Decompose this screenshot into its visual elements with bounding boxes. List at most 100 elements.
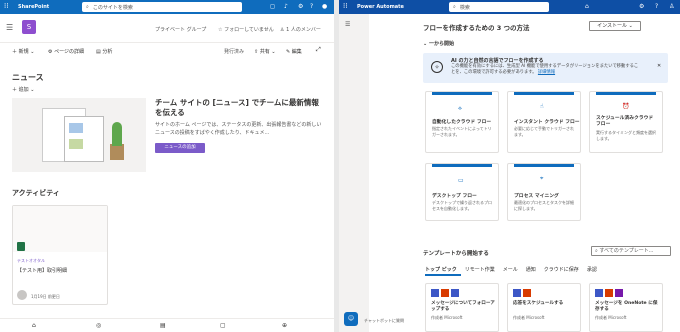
flow-card-process-mining[interactable]: ⌖ プロセス マイニング 最適化のプロセスとタスクを詳細に探します。 xyxy=(507,163,581,221)
avatar-icon[interactable]: ● xyxy=(322,4,327,10)
new-label: 新規 xyxy=(18,49,29,55)
activity-title: アクティビティ xyxy=(12,189,60,197)
tab-top-picks[interactable]: トップ ピック xyxy=(425,267,457,273)
news-icon[interactable]: ▤ xyxy=(160,323,166,329)
gear-icon[interactable]: ⚙ xyxy=(298,4,303,10)
template-search-input[interactable]: ⌕ すべてのテンプレート... xyxy=(591,246,671,256)
tab-email[interactable]: メール xyxy=(503,267,518,273)
flow-card-title: プロセス マイニング xyxy=(514,194,559,199)
start-blank-label: ⌄ 一から開始 xyxy=(423,41,454,47)
flow-card-desc: デスクトップで繰り返されるプロセスを自動化します。 xyxy=(432,200,492,211)
power-automate-topbar: ⁞⁞ Power Automate ⌕ 検索 ⌂ ⚙ ? ♙ xyxy=(339,0,680,14)
app-launcher-icon[interactable]: ⁞⁞ xyxy=(4,3,8,10)
search-input[interactable]: ⌕ 検索 xyxy=(449,2,549,12)
help-icon[interactable]: ? xyxy=(655,4,658,10)
flow-card-title: インスタント クラウド フロー xyxy=(514,120,580,125)
flow-card-title: 自動化したクラウド フロー xyxy=(432,120,492,125)
tab-save-to-cloud[interactable]: クラウドに保存 xyxy=(544,267,579,273)
automated-flow-icon: ⟡ xyxy=(458,105,462,112)
flow-card-desc: 最適化のプロセスとタスクを詳細に探します。 xyxy=(514,200,574,211)
edit-label: 編集 xyxy=(291,49,302,55)
onenote-icon xyxy=(615,289,623,297)
add-news-button[interactable]: ニュースの追加 xyxy=(155,143,205,153)
edit-button[interactable]: ✎ 編集 xyxy=(286,48,302,55)
chatbot-icon[interactable]: ☺ xyxy=(344,312,358,326)
expand-icon[interactable]: ⤢ xyxy=(316,47,321,53)
template-card[interactable]: 応答をスケジュールする 作成者 Microsoft xyxy=(507,283,581,332)
avatar-icon[interactable]: ♙ xyxy=(669,4,674,10)
home-icon[interactable]: ⌂ xyxy=(32,323,36,329)
flow-card-scheduled[interactable]: ⏰ スケジュール済みクラウド フロー 実行するタイミングと頻度を選択します。 xyxy=(589,91,663,153)
divider xyxy=(0,42,334,43)
site-logo[interactable]: S xyxy=(22,20,36,34)
new-button[interactable]: ＋ 新規 ⌄ xyxy=(12,48,34,55)
install-label: インストール xyxy=(597,23,628,29)
close-icon[interactable]: ✕ xyxy=(657,64,661,69)
members-button[interactable]: ♙ 1 人のメンバー xyxy=(280,26,321,33)
news-body: サイトのホーム ページでは、ステータスの更新、出張報告書などの新しいニュースの投… xyxy=(155,122,322,136)
flow-card-desc: 指定されたイベントによってトリガーされます。 xyxy=(432,126,492,137)
template-tabs: トップ ピック リモート作業 メール 通知 クラウドに保存 承認 xyxy=(425,266,605,273)
template-card[interactable]: メッセージについてフォローアップする 作成者 Microsoft xyxy=(425,283,499,332)
search-placeholder: このサイトを検索 xyxy=(92,4,133,11)
learn-more-link[interactable]: 詳細情報 xyxy=(538,70,555,75)
sharepoint-topbar: ⁞⁞ SharePoint ⌕ このサイトを検索 ◻ ♪ ⚙ ? ● xyxy=(0,0,334,14)
add-icon[interactable]: ⊕ xyxy=(282,323,287,329)
flow-card-desktop[interactable]: ▭ デスクトップ フロー デスクトップで繰り返されるプロセスを自動化します。 xyxy=(425,163,499,221)
flow-card-desc: 実行するタイミングと頻度を選択します。 xyxy=(596,130,656,141)
help-icon[interactable]: ? xyxy=(310,4,313,10)
card-accent xyxy=(514,92,574,95)
app-launcher-icon[interactable]: ⁞⁞ xyxy=(343,3,347,10)
article-thumbnail xyxy=(69,123,83,133)
page-details-button[interactable]: ⚙ ページの詳細 xyxy=(48,48,84,55)
install-dropdown[interactable]: インストール ⌄ xyxy=(589,21,641,31)
files-icon[interactable]: ▢ xyxy=(220,323,226,329)
plant-leaves xyxy=(112,122,122,146)
chatbot-label[interactable]: チャットボットに質問 xyxy=(364,318,404,324)
app-name[interactable]: Power Automate xyxy=(357,4,404,10)
flow-card-automated[interactable]: ⟡ 自動化したクラウド フロー 指定されたイベントによってトリガーされます。 xyxy=(425,91,499,153)
card-accent xyxy=(596,92,656,95)
gear-icon[interactable]: ⚙ xyxy=(639,4,644,10)
template-card-author: 作成者 Microsoft xyxy=(513,315,545,320)
search-input[interactable]: ⌕ このサイトを検索 xyxy=(82,2,242,12)
office-icon xyxy=(441,289,449,297)
page-details-label: ページの詳細 xyxy=(54,49,84,55)
template-card[interactable]: メッセージを OneNote に保存する 作成者 Microsoft xyxy=(589,283,663,332)
environment-icon[interactable]: ⌂ xyxy=(585,4,589,10)
card-accent xyxy=(432,92,492,95)
template-card-title: メッセージを OneNote に保存する xyxy=(595,301,658,312)
app-name[interactable]: SharePoint xyxy=(18,4,49,10)
plant-pot xyxy=(110,144,124,160)
bell-icon[interactable]: ♪ xyxy=(284,4,288,10)
analytics-button[interactable]: ▤ 分析 xyxy=(96,48,112,55)
avatar xyxy=(17,290,27,300)
tab-approvals[interactable]: 承認 xyxy=(587,267,597,273)
hamburger-icon[interactable]: ☰ xyxy=(6,24,13,32)
flow-card-title: スケジュール済みクラウド フロー xyxy=(596,116,654,127)
analytics-label: 分析 xyxy=(102,49,113,55)
tab-remote-work[interactable]: リモート作業 xyxy=(465,267,495,273)
members-label: 1 人のメンバー xyxy=(286,27,321,33)
tab-notifications[interactable]: 通知 xyxy=(526,267,536,273)
template-card-author: 作成者 Microsoft xyxy=(431,315,463,320)
news-add-label: 追加 xyxy=(18,87,29,93)
chat-icon[interactable]: ◻ xyxy=(270,4,275,10)
ai-banner-body: この機能を有効にするには、生成型 AI 機能で使用するデータがリージョンをまたい… xyxy=(451,64,641,76)
doc-title[interactable]: 【テスト用】取引明細 xyxy=(17,267,67,274)
activity-card[interactable]: テストオオタル 【テスト用】取引明細 1月19日 前更日 xyxy=(12,205,108,305)
office-icon xyxy=(523,289,531,297)
doc-tag: テストオオタル xyxy=(17,258,45,263)
template-card-title: 応答をスケジュールする xyxy=(513,301,564,306)
share-button[interactable]: ⇪ 共有 ⌄ xyxy=(254,48,276,55)
tablet-illustration-2 xyxy=(64,116,104,162)
news-add-button[interactable]: ＋ 追加 ⌄ xyxy=(12,86,34,93)
search-icon: ⌕ xyxy=(453,3,456,10)
follow-label: フォローしていません xyxy=(224,27,274,33)
flow-card-instant[interactable]: ☝ インスタント クラウド フロー 必要に応じて手動でトリガーされます。 xyxy=(507,91,581,153)
hamburger-icon[interactable]: ☰ xyxy=(345,22,350,28)
bottom-nav: ⌂ ◎ ▤ ▢ ⊕ xyxy=(0,318,334,332)
card-accent xyxy=(514,164,574,167)
follow-button[interactable]: ☆ フォローしていません xyxy=(218,26,274,33)
globe-icon[interactable]: ◎ xyxy=(96,323,101,329)
